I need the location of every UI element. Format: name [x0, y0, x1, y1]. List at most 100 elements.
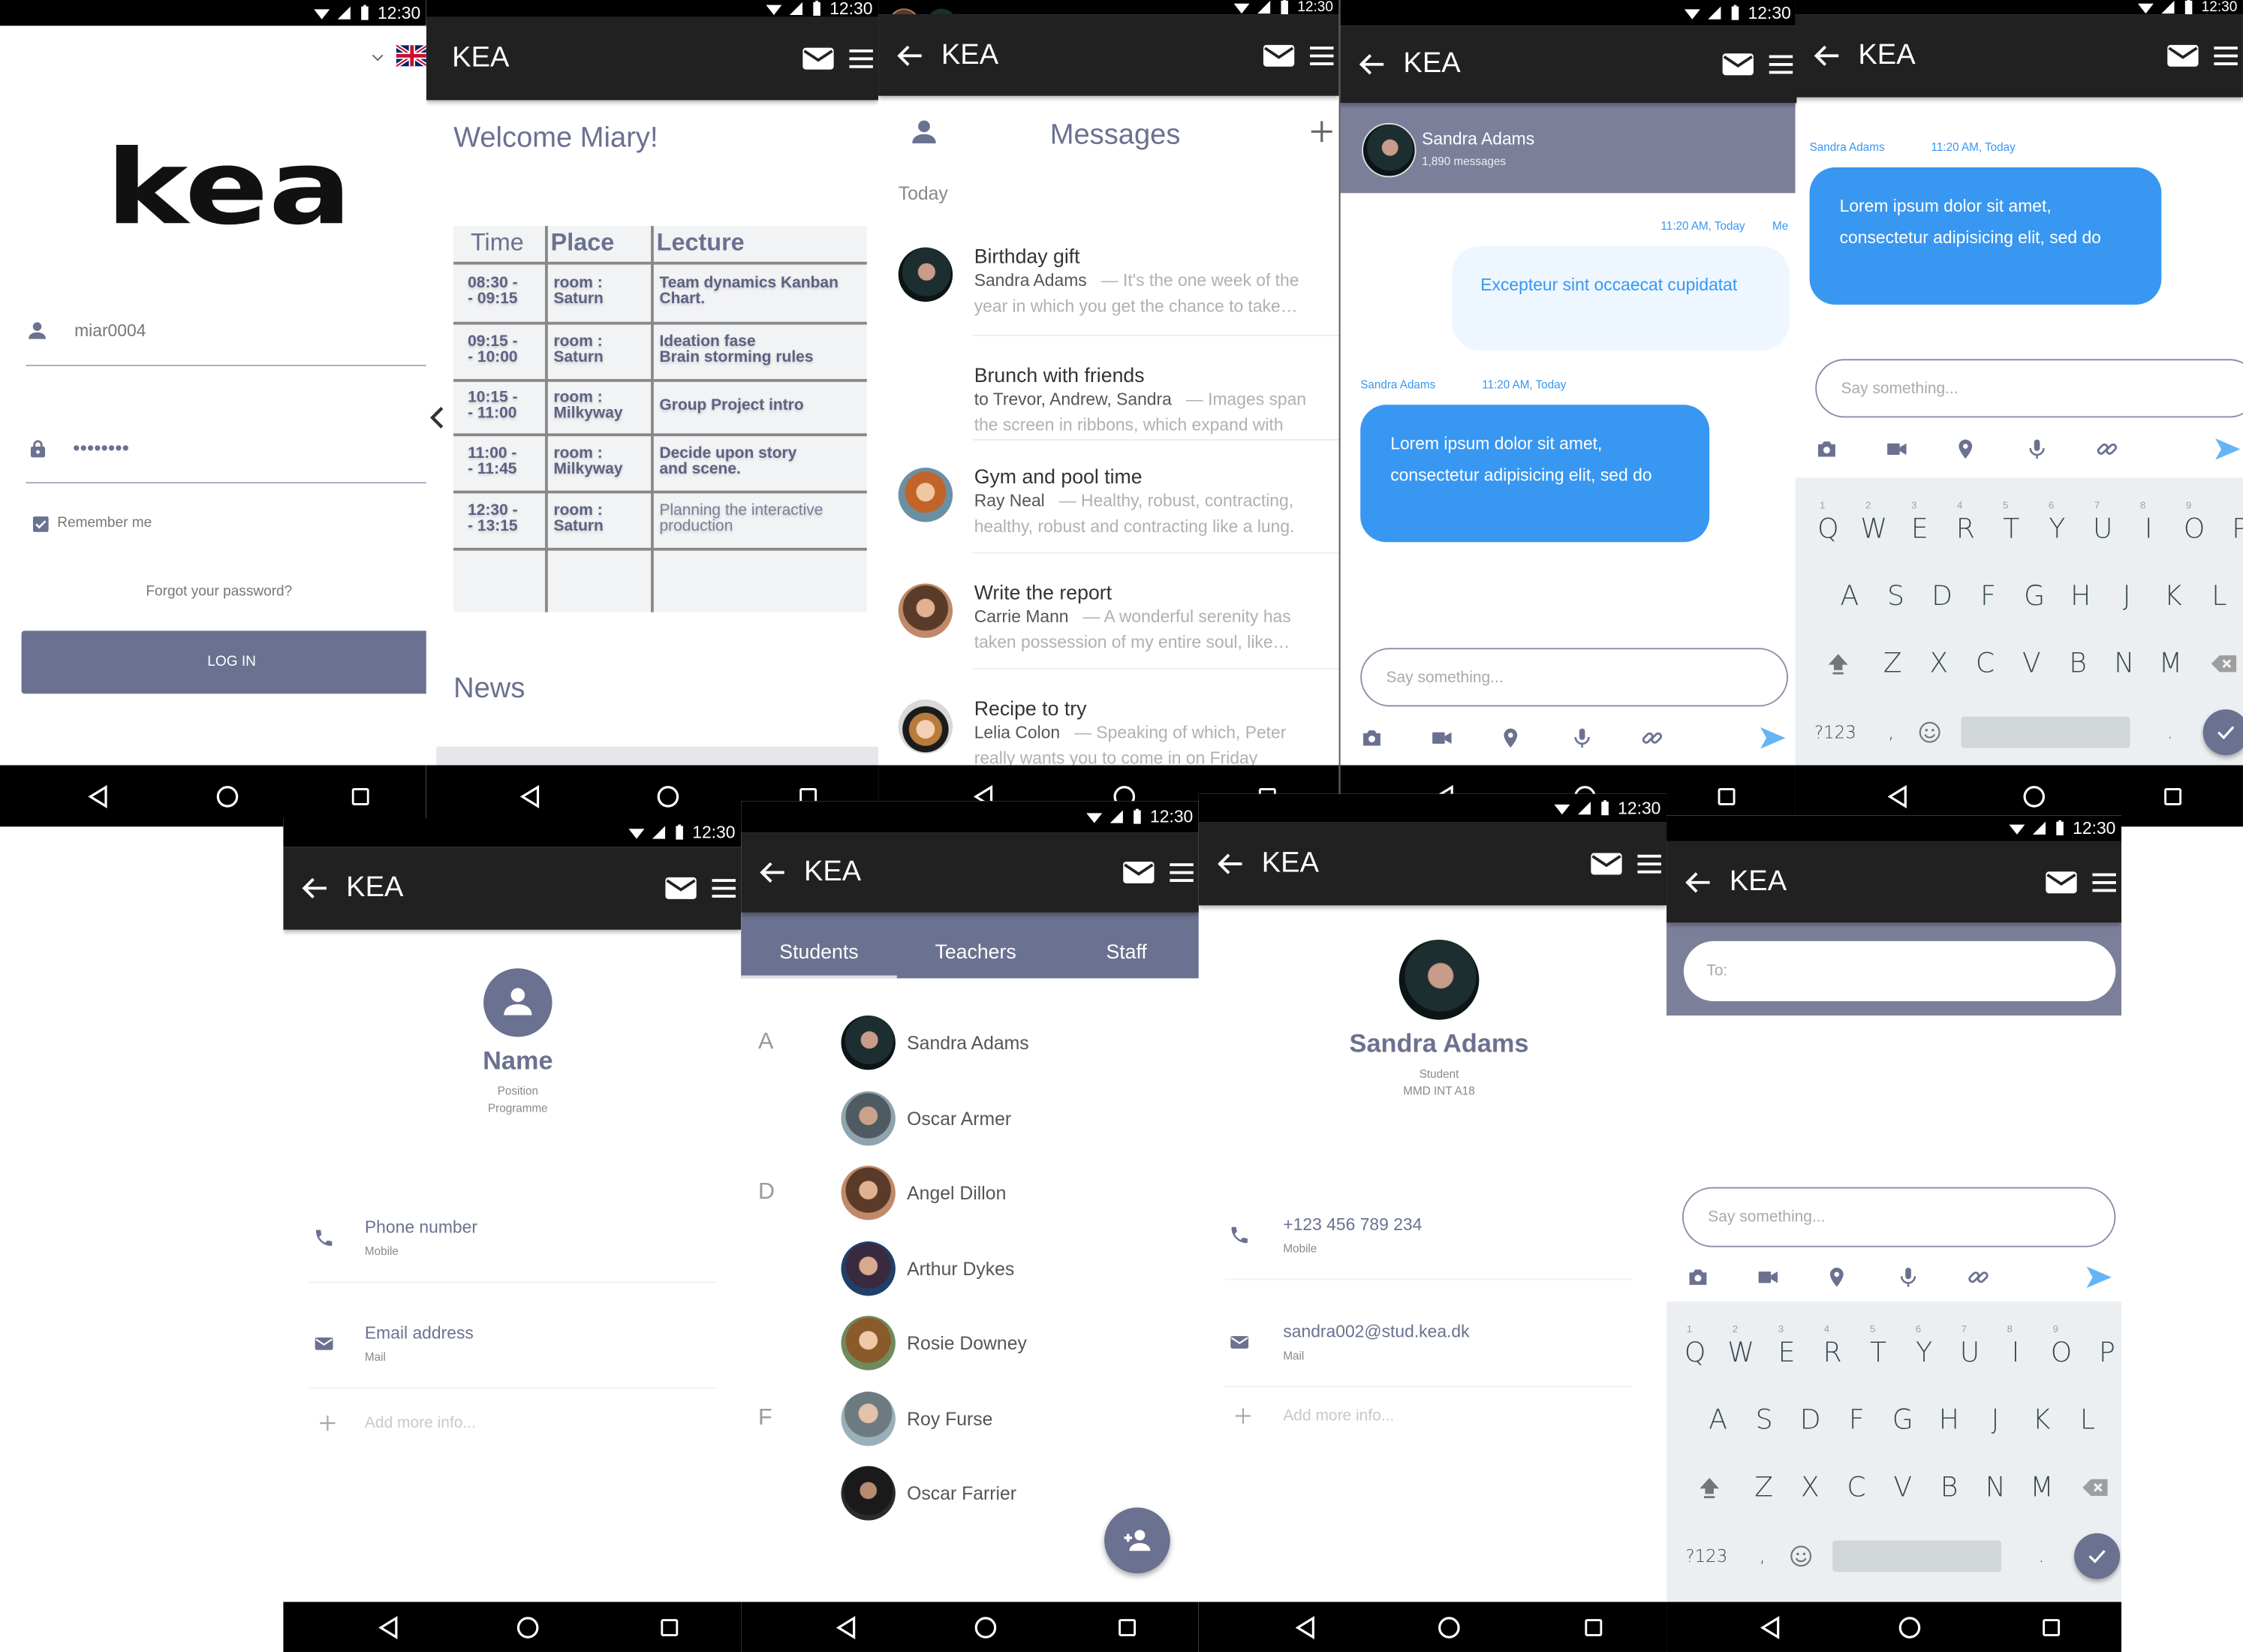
key-space[interactable] — [1961, 716, 2130, 748]
key-x[interactable]: X — [1929, 648, 1948, 679]
back-arrow-icon[interactable] — [894, 39, 926, 71]
nav-recent-icon[interactable] — [1581, 1614, 1606, 1639]
key-p[interactable]: P — [2099, 1338, 2115, 1369]
contact-row[interactable]: Angel Dillon — [826, 1161, 1184, 1224]
key-c[interactable]: C — [1976, 648, 1995, 679]
add-contact-button[interactable] — [1104, 1507, 1170, 1574]
key-a[interactable]: A — [1709, 1404, 1727, 1436]
nav-recent-icon[interactable] — [348, 783, 373, 808]
key-symbols[interactable]: ?123 — [1814, 722, 1856, 742]
key-h[interactable]: H — [2070, 581, 2091, 612]
password-field[interactable]: •••••••• — [26, 425, 426, 484]
key-d[interactable]: D — [1800, 1404, 1821, 1436]
nav-home-icon[interactable] — [654, 781, 682, 810]
mail-icon[interactable] — [1588, 845, 1625, 883]
key-i[interactable]: I — [2145, 513, 2153, 545]
mail-icon[interactable] — [662, 870, 700, 907]
mail-icon[interactable] — [2164, 38, 2202, 75]
key-d[interactable]: D — [1931, 581, 1952, 612]
send-icon[interactable] — [2213, 435, 2241, 463]
back-arrow-icon[interactable] — [1682, 866, 1714, 898]
key-space[interactable] — [1832, 1540, 2001, 1572]
nav-home-icon[interactable] — [2021, 781, 2049, 810]
key-comma[interactable]: , — [1759, 1545, 1765, 1567]
nav-recent-icon[interactable] — [2038, 1614, 2064, 1639]
key-a[interactable]: A — [1841, 581, 1859, 612]
menu-icon[interactable] — [1633, 848, 1665, 880]
key-c[interactable]: C — [1847, 1472, 1865, 1503]
mic-icon[interactable] — [1570, 727, 1593, 749]
back-arrow-icon[interactable] — [757, 856, 788, 888]
menu-icon[interactable] — [1766, 49, 1797, 80]
contact-row[interactable]: Arthur Dykes — [826, 1237, 1184, 1300]
nav-home-icon[interactable] — [513, 1613, 542, 1641]
mail-icon[interactable] — [1260, 37, 1298, 74]
key-g[interactable]: G — [1892, 1404, 1913, 1436]
send-icon[interactable] — [1758, 724, 1787, 752]
key-t[interactable]: T — [1870, 1338, 1886, 1369]
link-icon[interactable] — [1967, 1265, 1989, 1288]
emoji-key-icon[interactable] — [1917, 720, 1943, 745]
key-u[interactable]: U — [1960, 1338, 1980, 1369]
message-item[interactable]: Gym and pool time Ray Neal — Healthy, robu… — [878, 455, 1339, 567]
contact-row[interactable]: Roy Furse — [826, 1387, 1184, 1450]
contact-row[interactable]: Sandra Adams — [826, 1011, 1184, 1074]
key-l[interactable]: L — [2211, 581, 2226, 612]
key-v[interactable]: V — [1893, 1472, 1912, 1503]
nav-recent-icon[interactable] — [2160, 783, 2186, 808]
mail-icon[interactable] — [2043, 863, 2080, 901]
key-done[interactable] — [2202, 709, 2243, 756]
pin-icon[interactable] — [1954, 438, 1977, 460]
key-comma[interactable]: , — [1888, 721, 1894, 743]
link-icon[interactable] — [2096, 438, 2118, 460]
contact-row[interactable]: Oscar Armer — [826, 1087, 1184, 1150]
key-m[interactable]: M — [2159, 648, 2182, 679]
key-b[interactable]: B — [1940, 1472, 1958, 1503]
mic-icon[interactable] — [1897, 1265, 1919, 1288]
key-k[interactable]: K — [2164, 581, 2182, 612]
key-o[interactable]: O — [2184, 513, 2205, 545]
key-period[interactable]: . — [2167, 721, 2173, 743]
new-message-icon[interactable] — [1306, 116, 1338, 147]
camera-icon[interactable] — [1815, 438, 1838, 460]
message-item[interactable]: Write the report Carrie Mann — A wonderful… — [878, 570, 1339, 682]
nav-home-icon[interactable] — [1435, 1613, 1463, 1641]
key-l[interactable]: L — [2080, 1404, 2095, 1436]
message-input[interactable]: Say something... — [1360, 648, 1788, 707]
camera-icon[interactable] — [1360, 727, 1383, 749]
key-i[interactable]: I — [2012, 1338, 2020, 1369]
key-m[interactable]: M — [2030, 1472, 2053, 1503]
menu-icon[interactable] — [708, 872, 739, 904]
forgot-password-link[interactable]: Forgot your password? — [146, 584, 292, 600]
key-f[interactable]: F — [1849, 1404, 1865, 1436]
key-o[interactable]: O — [2051, 1338, 2073, 1369]
add-more-info[interactable]: Add more info... — [1199, 1399, 1666, 1434]
nav-back-icon[interactable] — [1884, 781, 1913, 810]
video-icon[interactable] — [1886, 438, 1908, 460]
key-j[interactable]: J — [2123, 581, 2131, 612]
key-q[interactable]: Q — [1685, 1338, 1706, 1369]
nav-back-icon[interactable] — [1292, 1613, 1320, 1641]
backspace-key-icon[interactable] — [2082, 1473, 2110, 1502]
backspace-key-icon[interactable] — [2210, 649, 2238, 678]
key-z[interactable]: Z — [1883, 648, 1902, 679]
key-p[interactable]: P — [2232, 513, 2243, 545]
key-s[interactable]: S — [1887, 581, 1904, 612]
key-h[interactable]: H — [1939, 1404, 1959, 1436]
nav-home-icon[interactable] — [1895, 1613, 1924, 1641]
back-arrow-icon[interactable] — [299, 872, 330, 904]
key-z[interactable]: Z — [1754, 1472, 1773, 1503]
back-arrow-icon[interactable] — [1811, 40, 1842, 71]
key-j[interactable]: J — [1992, 1404, 2000, 1436]
video-icon[interactable] — [1757, 1265, 1779, 1288]
key-f[interactable]: F — [1980, 581, 1996, 612]
menu-icon[interactable] — [1306, 39, 1338, 71]
video-icon[interactable] — [1431, 727, 1453, 749]
menu-icon[interactable] — [1166, 856, 1197, 888]
add-more-info[interactable]: Add more info... — [283, 1406, 741, 1440]
phone-row[interactable]: +123 456 789 234 Mobile — [1199, 1196, 1666, 1259]
login-button[interactable]: LOG IN — [21, 630, 426, 694]
key-v[interactable]: V — [2022, 648, 2041, 679]
previous-day-icon[interactable] — [426, 405, 450, 430]
back-arrow-icon[interactable] — [1215, 848, 1246, 880]
